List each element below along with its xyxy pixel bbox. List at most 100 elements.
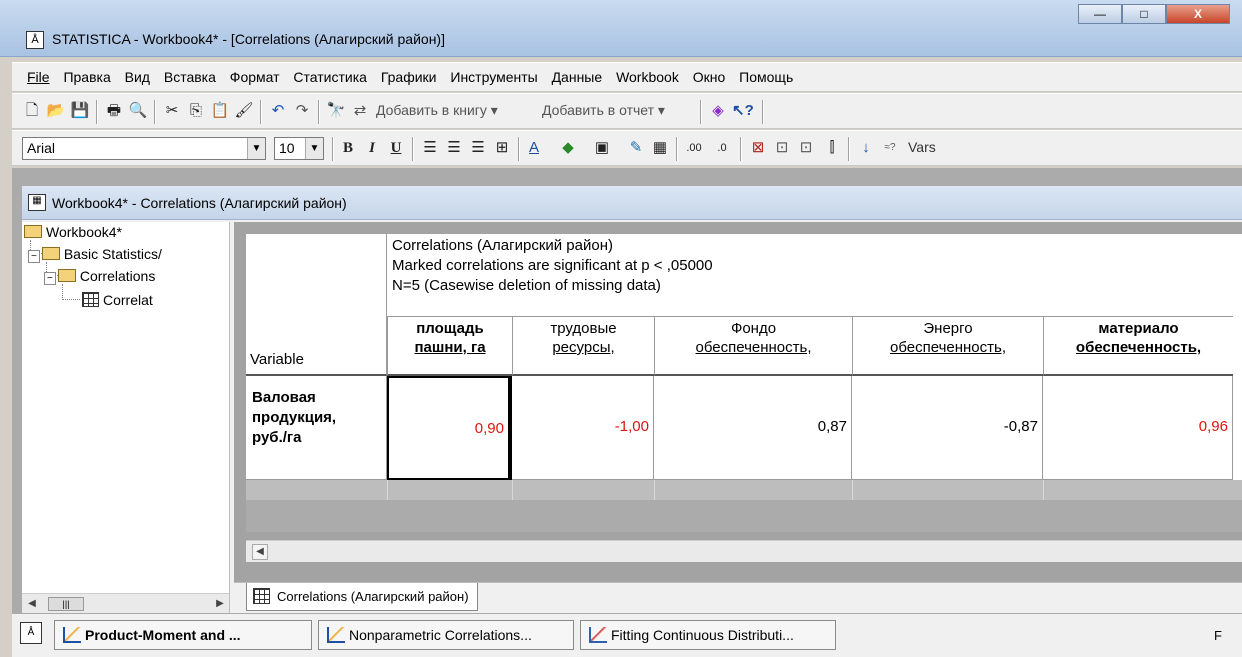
- toolbar-separator: [676, 137, 678, 161]
- undo-icon[interactable]: ↶: [268, 101, 288, 121]
- sheet-tab-correlations[interactable]: Correlations (Алагирский район): [246, 583, 478, 611]
- menu-data[interactable]: Данные: [547, 63, 608, 91]
- chevron-down-icon[interactable]: ▼: [247, 138, 265, 159]
- tree-node-workbook[interactable]: Workbook4*: [24, 224, 122, 240]
- menu-help[interactable]: Помощь: [734, 63, 798, 91]
- task-fitting-distributions[interactable]: Fitting Continuous Distributi...: [580, 620, 836, 650]
- grid-icon[interactable]: ▦: [650, 138, 670, 158]
- row-header-line: руб./га: [252, 429, 302, 446]
- new-file-icon[interactable]: 🗋: [22, 101, 42, 121]
- workbook-icon[interactable]: ▦: [28, 194, 46, 211]
- context-help-icon[interactable]: ↖?: [732, 101, 754, 121]
- empty-row[interactable]: [246, 480, 1242, 500]
- print-icon[interactable]: 🖶: [104, 101, 124, 121]
- row-header[interactable]: Валовая продукция, руб./га: [246, 376, 387, 480]
- collapse-icon[interactable]: −: [44, 272, 56, 285]
- paste-icon[interactable]: 📋: [210, 101, 230, 121]
- variable-label: Variable: [250, 351, 304, 368]
- replace-icon[interactable]: ⇄: [350, 101, 370, 121]
- print-preview-icon[interactable]: 🔍: [128, 101, 148, 121]
- align-left-icon[interactable]: ☰: [420, 138, 440, 158]
- copy-icon[interactable]: ⎘: [186, 101, 206, 121]
- case-specs-icon[interactable]: ⊡: [796, 138, 816, 158]
- statistica-book-icon[interactable]: ◈: [708, 101, 728, 121]
- add-to-report-button[interactable]: Добавить в отчет ▾: [542, 102, 665, 119]
- fill-color-icon[interactable]: ◆: [558, 138, 578, 158]
- minimize-button[interactable]: —: [1078, 4, 1122, 24]
- menu-bar: File Правка Вид Вставка Формат Статистик…: [12, 62, 1242, 92]
- sort-az-icon[interactable]: ↓: [856, 138, 876, 158]
- redo-icon[interactable]: ↷: [292, 101, 312, 121]
- find-icon[interactable]: 🔭: [326, 101, 346, 121]
- correlation-cell[interactable]: -0,87: [852, 376, 1043, 480]
- scroll-right-icon[interactable]: ▶: [212, 596, 228, 612]
- marking-icon[interactable]: ✎: [626, 138, 646, 158]
- format-painter-icon[interactable]: 🖌: [234, 101, 254, 121]
- menu-file[interactable]: File: [22, 63, 55, 91]
- cut-icon[interactable]: ✂: [162, 101, 182, 121]
- distribution-icon: [589, 627, 607, 643]
- column-header[interactable]: Энерго обеспеченность,: [852, 316, 1043, 376]
- save-icon[interactable]: 💾: [70, 101, 90, 121]
- align-center-icon[interactable]: ☰: [444, 138, 464, 158]
- tree-node-label: Correlations: [79, 268, 156, 284]
- tree-node-correlations-sheet[interactable]: Correlat: [82, 292, 153, 308]
- font-size-select[interactable]: 10 ▼: [274, 137, 324, 160]
- task-product-moment[interactable]: Product-Moment and ...: [54, 620, 312, 650]
- correlation-cell[interactable]: -1,00: [512, 376, 654, 480]
- font-select[interactable]: Arial ▼: [22, 137, 266, 160]
- close-button[interactable]: X: [1166, 4, 1230, 24]
- split-icon[interactable]: ⫿: [822, 138, 842, 158]
- column-header-line: Энерго: [923, 320, 973, 337]
- column-header[interactable]: площадь пашни, га: [387, 316, 512, 376]
- chevron-down-icon[interactable]: ▼: [305, 138, 323, 159]
- menu-insert[interactable]: Вставка: [159, 63, 221, 91]
- maximize-button[interactable]: □: [1122, 4, 1166, 24]
- grid-line: [654, 480, 655, 500]
- correlation-cell[interactable]: 0,87: [654, 376, 852, 480]
- menu-graphs[interactable]: Графики: [376, 63, 442, 91]
- menu-edit[interactable]: Правка: [58, 63, 115, 91]
- menu-view[interactable]: Вид: [120, 63, 155, 91]
- tree-node-basic-statistics[interactable]: − Basic Statistics/: [28, 246, 162, 263]
- task-label: Fitting Continuous Distributi...: [611, 627, 794, 643]
- decrease-decimal-icon[interactable]: .0: [712, 138, 732, 158]
- tree-horizontal-scrollbar[interactable]: ◀ ||| ▶: [22, 593, 229, 613]
- tree-node-correlations[interactable]: − Correlations: [44, 268, 156, 285]
- align-right-icon[interactable]: ☰: [468, 138, 488, 158]
- italic-button[interactable]: I: [362, 138, 382, 158]
- borders-icon[interactable]: ▣: [592, 138, 612, 158]
- cell-format-icon[interactable]: ⊞: [492, 138, 512, 158]
- bold-button[interactable]: B: [338, 138, 358, 158]
- menu-statistics[interactable]: Статистика: [288, 63, 372, 91]
- scroll-left-icon[interactable]: ◀: [252, 544, 268, 560]
- scroll-left-icon[interactable]: ◀: [24, 596, 40, 612]
- task-nonparametric[interactable]: Nonparametric Correlations...: [318, 620, 574, 650]
- open-folder-icon[interactable]: 📂: [46, 101, 66, 121]
- column-header[interactable]: Фондо обеспеченность,: [654, 316, 852, 376]
- insert-variable-icon[interactable]: ⊠: [748, 138, 768, 158]
- font-color-icon[interactable]: A: [524, 138, 544, 158]
- variable-specs-icon[interactable]: ⊡: [772, 138, 792, 158]
- menu-tools[interactable]: Инструменты: [445, 63, 542, 91]
- column-header[interactable]: материало обеспеченность,: [1043, 316, 1233, 376]
- statistica-app-icon[interactable]: Å: [26, 31, 44, 49]
- vars-button[interactable]: Vars: [908, 139, 936, 155]
- sheet-tab-bar: Correlations (Алагирский район): [234, 582, 1242, 613]
- correlation-cell[interactable]: 0,96: [1043, 376, 1233, 480]
- menu-window[interactable]: Окно: [688, 63, 731, 91]
- add-to-workbook-button[interactable]: Добавить в книгу ▾: [376, 102, 498, 119]
- statistica-home-icon[interactable]: Å: [20, 622, 42, 644]
- scrollbar-thumb[interactable]: |||: [48, 597, 84, 611]
- menu-format[interactable]: Формат: [225, 63, 285, 91]
- collapse-icon[interactable]: −: [28, 250, 40, 263]
- formatting-toolbar: Arial ▼ 10 ▼ B I U ☰ ☰ ☰ ⊞ A ◆ ▣ ✎ ▦ .00…: [12, 130, 1242, 166]
- underline-button[interactable]: U: [386, 138, 406, 158]
- correlation-cell[interactable]: 0,90: [387, 376, 512, 480]
- menu-workbook[interactable]: Workbook: [611, 63, 684, 91]
- increase-decimal-icon[interactable]: .00: [684, 138, 704, 158]
- workbook-tree: Workbook4* − Basic Statistics/ − Correlati…: [22, 222, 230, 613]
- sheet-horizontal-scrollbar[interactable]: ◀: [246, 540, 1242, 562]
- compare-icon[interactable]: ≈?: [880, 138, 900, 158]
- column-header[interactable]: трудовые ресурсы,: [512, 316, 654, 376]
